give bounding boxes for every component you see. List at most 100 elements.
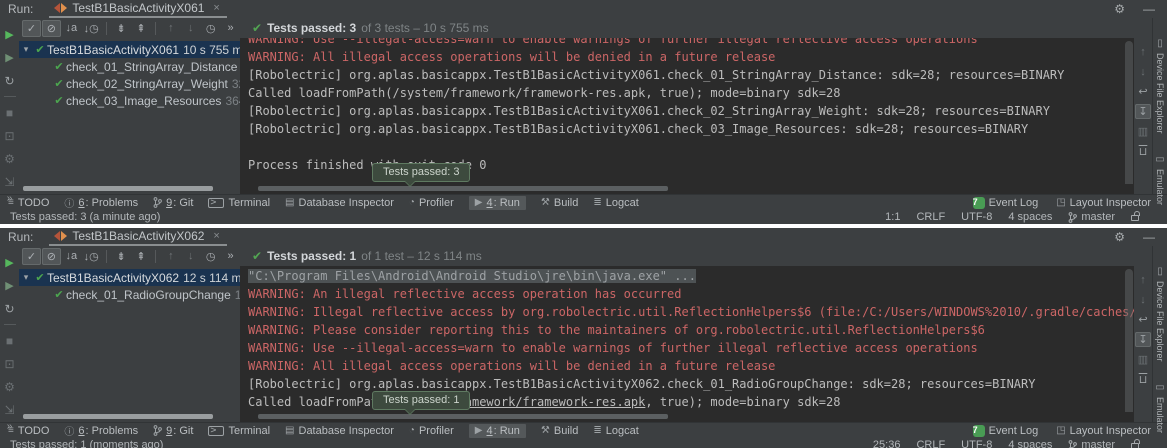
show-passed-button[interactable]: ✓ bbox=[22, 20, 41, 37]
chevron-down-icon[interactable]: ▾ bbox=[19, 272, 33, 283]
bottom-bar-item-terminal[interactable]: >_Terminal bbox=[208, 425, 270, 437]
bottom-bar-item-profiler[interactable]: ◔Profiler bbox=[409, 425, 454, 437]
clear-console-button[interactable]: ⊔ bbox=[1135, 372, 1151, 387]
previous-failed-test-button[interactable]: ↑ bbox=[161, 248, 180, 265]
bottom-bar-item-problems[interactable]: ⓘ6: Problems bbox=[64, 195, 138, 210]
rerun-tests-button[interactable]: ▶ bbox=[0, 23, 19, 46]
sort-by-duration-button[interactable]: ↓◷ bbox=[82, 20, 101, 37]
next-failed-test-button[interactable]: ↓ bbox=[181, 248, 200, 265]
console-horizontal-scrollbar[interactable] bbox=[258, 414, 668, 419]
toggle-auto-test-button[interactable]: ↻ bbox=[0, 297, 19, 320]
collapse-all-button[interactable]: ⇞ bbox=[132, 20, 151, 37]
print-console-button[interactable]: ▥ bbox=[1135, 124, 1151, 139]
scroll-down-button[interactable]: ↓ bbox=[1135, 64, 1151, 79]
scroll-up-button[interactable]: ↑ bbox=[1135, 44, 1151, 59]
thread-dump-camera-button[interactable]: ⊡ bbox=[0, 124, 19, 147]
collapse-all-button[interactable]: ⇞ bbox=[132, 248, 151, 265]
test-settings-gear-button[interactable]: ⚙ bbox=[0, 147, 19, 170]
sort-by-duration-button[interactable]: ↓◷ bbox=[82, 248, 101, 265]
scroll-to-end-button[interactable]: ↧ bbox=[1135, 104, 1151, 119]
test-tree-root-row[interactable]: ▾ ✔ TestB1BasicActivityX061 (org.aplas.t… bbox=[19, 41, 240, 58]
stop-process-button[interactable]: ■ bbox=[0, 329, 19, 352]
show-ignored-button[interactable]: ⊘ bbox=[42, 20, 61, 37]
status-widget-3[interactable]: 4 spaces bbox=[1008, 211, 1052, 223]
bottom-bar-item-git[interactable]: 9: Git bbox=[153, 425, 193, 437]
console-vertical-scrollbar[interactable] bbox=[1125, 41, 1133, 184]
status-widget-0[interactable]: 25:36 bbox=[873, 439, 901, 448]
bottom-bar-item-problems[interactable]: ⓘ6: Problems bbox=[64, 423, 138, 438]
run-tab[interactable]: TestB1BasicActivityX062 × bbox=[49, 228, 227, 246]
git-branch-widget[interactable]: master bbox=[1068, 439, 1115, 448]
git-branch-widget[interactable]: master bbox=[1068, 211, 1115, 223]
test-tree-root-row[interactable]: ▾ ✔ TestB1BasicActivityX062 (org.aplas.t… bbox=[19, 269, 240, 286]
tree-horizontal-scrollbar[interactable] bbox=[23, 414, 213, 419]
event-log-item[interactable]: 7 Event Log bbox=[973, 197, 1039, 209]
more-options-button[interactable]: » bbox=[221, 248, 240, 265]
scroll-down-button[interactable]: ↓ bbox=[1135, 292, 1151, 307]
status-widget-3[interactable]: 4 spaces bbox=[1008, 439, 1052, 448]
soft-wrap-button[interactable]: ↩ bbox=[1135, 84, 1151, 99]
status-widget-0[interactable]: 1:1 bbox=[885, 211, 900, 223]
run-tab[interactable]: TestB1BasicActivityX061 × bbox=[49, 0, 227, 18]
close-tab-icon[interactable]: × bbox=[213, 2, 219, 14]
test-tree-row[interactable]: ✔check_03_Image_Resources364 ms bbox=[19, 92, 240, 109]
next-failed-test-button[interactable]: ↓ bbox=[181, 20, 200, 37]
test-settings-gear-button[interactable]: ⚙ bbox=[0, 375, 19, 398]
device-file-explorer-tab[interactable]: ▯Device File Explorer bbox=[1155, 38, 1166, 134]
test-history-button[interactable]: ◷ bbox=[201, 248, 220, 265]
expand-all-button[interactable]: ⇟ bbox=[112, 20, 131, 37]
settings-gear-icon[interactable]: ⚙ bbox=[1114, 230, 1125, 244]
bottom-bar-item-database-inspector[interactable]: ▤Database Inspector bbox=[285, 425, 394, 437]
bottom-bar-item-terminal[interactable]: >_Terminal bbox=[208, 197, 270, 209]
layout-inspector-item[interactable]: ◳ Layout Inspector bbox=[1056, 197, 1151, 209]
more-options-button[interactable]: » bbox=[221, 20, 240, 37]
test-tree-row[interactable]: ✔check_01_RadioGroupChange12 s 114 ms bbox=[19, 286, 240, 303]
show-passed-button[interactable]: ✓ bbox=[22, 248, 41, 265]
bottom-bar-item-todo[interactable]: ≡TODO bbox=[8, 425, 49, 437]
console-horizontal-scrollbar[interactable] bbox=[258, 186, 668, 191]
bottom-bar-item-database-inspector[interactable]: ▤Database Inspector bbox=[285, 197, 394, 209]
layout-inspector-item[interactable]: ◳ Layout Inspector bbox=[1056, 425, 1151, 437]
event-log-item[interactable]: 7 Event Log bbox=[973, 425, 1039, 437]
settings-gear-icon[interactable]: ⚙ bbox=[1114, 2, 1125, 16]
bottom-bar-item-git[interactable]: 9: Git bbox=[153, 197, 193, 209]
bottom-bar-item-todo[interactable]: ≡TODO bbox=[8, 197, 49, 209]
bottom-bar-item-build[interactable]: ⚒Build bbox=[541, 425, 578, 437]
close-tab-icon[interactable]: × bbox=[213, 230, 219, 242]
print-console-button[interactable]: ▥ bbox=[1135, 352, 1151, 367]
stop-process-button[interactable]: ■ bbox=[0, 101, 19, 124]
expand-all-button[interactable]: ⇟ bbox=[112, 248, 131, 265]
minimize-icon[interactable]: — bbox=[1143, 230, 1155, 244]
status-widget-1[interactable]: CRLF bbox=[916, 211, 945, 223]
test-tree-row[interactable]: ✔check_01_StringArray_Distance10 s 64 ms bbox=[19, 58, 240, 75]
console-vertical-scrollbar[interactable] bbox=[1125, 269, 1133, 412]
rerun-failed-tests-button[interactable]: ▶ bbox=[0, 274, 19, 297]
bottom-bar-item-profiler[interactable]: ◔Profiler bbox=[409, 197, 454, 209]
status-widget-1[interactable]: CRLF bbox=[916, 439, 945, 448]
scroll-up-button[interactable]: ↑ bbox=[1135, 272, 1151, 287]
clear-console-button[interactable]: ⊔ bbox=[1135, 144, 1151, 159]
scroll-to-end-button[interactable]: ↧ bbox=[1135, 332, 1151, 347]
toggle-auto-test-button[interactable]: ↻ bbox=[0, 69, 19, 92]
bottom-bar-item-run[interactable]: ▶4: Run bbox=[469, 196, 526, 210]
status-widget-2[interactable]: UTF-8 bbox=[961, 211, 992, 223]
rerun-tests-button[interactable]: ▶ bbox=[0, 251, 19, 274]
test-tree-row[interactable]: ✔check_02_StringArray_Weight327 ms bbox=[19, 75, 240, 92]
sort-alphabetically-button[interactable]: ↓a bbox=[62, 20, 81, 37]
status-widget-2[interactable]: UTF-8 bbox=[961, 439, 992, 448]
previous-failed-test-button[interactable]: ↑ bbox=[161, 20, 180, 37]
test-history-button[interactable]: ◷ bbox=[201, 20, 220, 37]
show-ignored-button[interactable]: ⊘ bbox=[42, 248, 61, 265]
rerun-failed-tests-button[interactable]: ▶ bbox=[0, 46, 19, 69]
thread-dump-camera-button[interactable]: ⊡ bbox=[0, 352, 19, 375]
soft-wrap-button[interactable]: ↩ bbox=[1135, 312, 1151, 327]
import-test-results-button[interactable]: ⇲ bbox=[0, 398, 19, 421]
sort-alphabetically-button[interactable]: ↓a bbox=[62, 248, 81, 265]
bottom-bar-item-logcat[interactable]: ≣Logcat bbox=[593, 425, 638, 437]
tree-horizontal-scrollbar[interactable] bbox=[23, 186, 213, 191]
bottom-bar-item-logcat[interactable]: ≣Logcat bbox=[593, 197, 638, 209]
minimize-icon[interactable]: — bbox=[1143, 2, 1155, 16]
chevron-down-icon[interactable]: ▾ bbox=[19, 44, 33, 55]
import-test-results-button[interactable]: ⇲ bbox=[0, 170, 19, 193]
bottom-bar-item-run[interactable]: ▶4: Run bbox=[469, 424, 526, 438]
